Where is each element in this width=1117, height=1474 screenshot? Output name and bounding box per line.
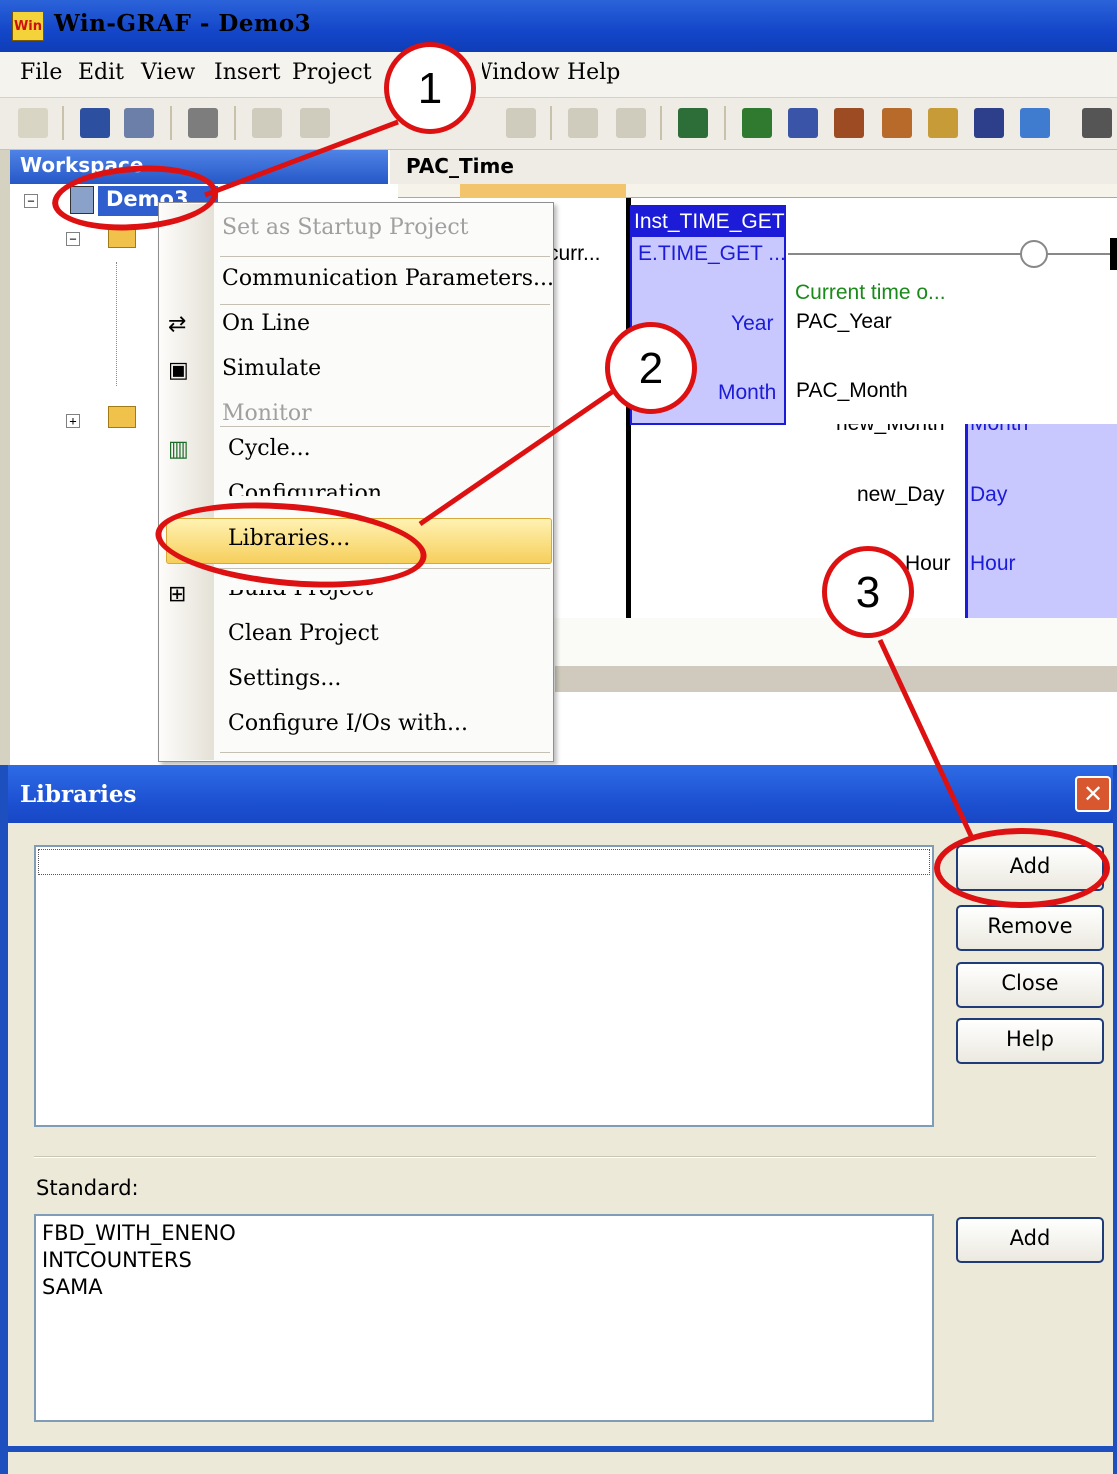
annotation-arrow-2 <box>418 389 614 527</box>
annotation-step-1: 1 <box>384 42 476 134</box>
annotation-arrow-3 <box>877 638 975 840</box>
annotation-step-3: 3 <box>822 546 914 638</box>
annotation-arrow-1 <box>204 119 399 198</box>
annotation-step-2: 2 <box>605 322 697 414</box>
annotation-ring-3 <box>934 828 1110 908</box>
